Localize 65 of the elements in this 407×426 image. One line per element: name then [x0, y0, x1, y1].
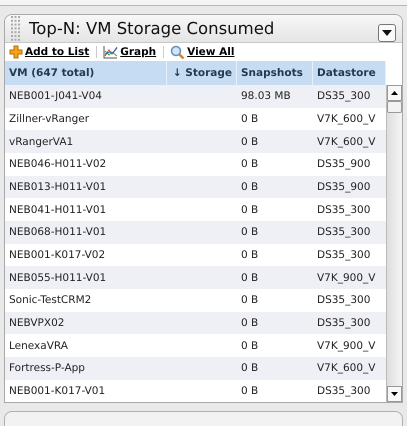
table-cell-text: 0 B	[240, 384, 260, 400]
toolbar-link[interactable]: Add to List	[23, 46, 98, 58]
search-icon	[170, 44, 186, 60]
table-row[interactable]: vRangerVA1 0 B V7K_600_V	[5, 130, 386, 153]
table-cell-text: 0 B	[240, 225, 260, 240]
plus-icon	[9, 45, 23, 60]
table-cell-text: NEBVPX02	[8, 316, 66, 332]
table-row[interactable]: NEB068-H011-V01 0 B DS35_300	[5, 220, 386, 244]
table-row[interactable]: NEBVPX02 0 B DS35_300	[5, 312, 386, 334]
table-cell-text: vRangerVA1	[8, 134, 74, 150]
table-cell-text: 0 B	[240, 157, 260, 172]
scroll-down-button[interactable]	[387, 386, 402, 402]
table-cell-text: NEB001-K017-V01	[8, 384, 106, 400]
table-cell-text: LenexaVRA	[8, 338, 69, 354]
table-cell-text: DS35_300	[316, 384, 372, 400]
toolbar-link[interactable]: View All	[185, 46, 242, 58]
table-row[interactable]: NEB001-J041-V04 98.03 MB DS35_300	[5, 84, 386, 108]
table-cell-text: DS35_900	[316, 180, 372, 195]
menu-button[interactable]	[378, 24, 396, 42]
arrow-down-icon	[391, 392, 398, 396]
table-cell-text: Zillner-vRanger	[8, 112, 90, 127]
line-chart-icon	[103, 45, 118, 60]
table-cell-text: NEB001-K017-V02	[8, 248, 106, 264]
table-cell-text: 0 B	[240, 248, 260, 264]
table-cell-text: 0 B	[240, 293, 260, 308]
table-cell-text: NEB068-H011-V01	[8, 225, 108, 240]
table-cell-text: 0 B	[240, 316, 260, 332]
panel-title: Top-N: VM Storage Consumed	[29, 19, 276, 38]
table-cell-text: DS35_300	[316, 316, 372, 332]
table-cell-text: NEB013-H011-V01	[8, 180, 108, 195]
table-cell-text: NEB001-J041-V04	[8, 89, 103, 104]
table-cell-text: NEB055-H011-V01	[8, 270, 108, 286]
scroll-thumb[interactable]	[387, 100, 402, 113]
table-cell-text: DS35_300	[316, 202, 372, 218]
table-cell-text: V7K_600_V	[316, 361, 376, 376]
table-cell-text: V7K_900_V	[316, 270, 376, 286]
table-cell-text: 0 B	[240, 361, 260, 376]
table-cell-text: 0 B	[240, 202, 260, 218]
table-row[interactable]: NEB055-H011-V01 0 B V7K_900_V	[5, 266, 386, 290]
caret-down-icon	[382, 30, 392, 36]
table-row[interactable]: Fortress-P-App 0 B V7K_600_V	[5, 357, 386, 380]
table-cell-text: DS35_900	[316, 157, 372, 172]
table-cell-text: V7K_900_V	[316, 338, 376, 354]
table-cell-text: 0 B	[240, 270, 260, 286]
scroll-up-button[interactable]	[387, 84, 402, 101]
table-cell-text: DS35_300	[316, 248, 372, 264]
table-cell-text: NEB041-H011-V01	[8, 202, 108, 218]
table-cell-text: DS35_300	[316, 225, 372, 240]
table-cell-text: V7K_600_V	[316, 134, 376, 150]
table-cell-text: V7K_600_V	[316, 112, 376, 127]
table-cell-text: 0 B	[240, 112, 260, 127]
table-row[interactable]: NEB001-K017-V02 0 B DS35_300	[5, 244, 386, 266]
arrow-up-icon	[391, 90, 398, 95]
table-cell-text: DS35_300	[316, 89, 372, 104]
scrollbar[interactable]	[386, 84, 402, 402]
table-cell-text: DS35_300	[316, 293, 372, 308]
table-cell-text: 98.03 MB	[240, 89, 292, 104]
toolbar-link[interactable]: Graph	[118, 46, 164, 58]
table-cell-text: 0 B	[240, 180, 260, 195]
table-cell-text: Sonic-TestCRM2	[8, 293, 92, 308]
table-cell-text: Fortress-P-App	[8, 361, 86, 376]
table-cell-text: 0 B	[240, 134, 260, 150]
table-row[interactable]: NEB013-H011-V01 0 B DS35_900	[5, 176, 386, 198]
table-cell-text: NEB046-H011-V02	[8, 157, 108, 172]
table-cell-text: 0 B	[240, 338, 260, 354]
